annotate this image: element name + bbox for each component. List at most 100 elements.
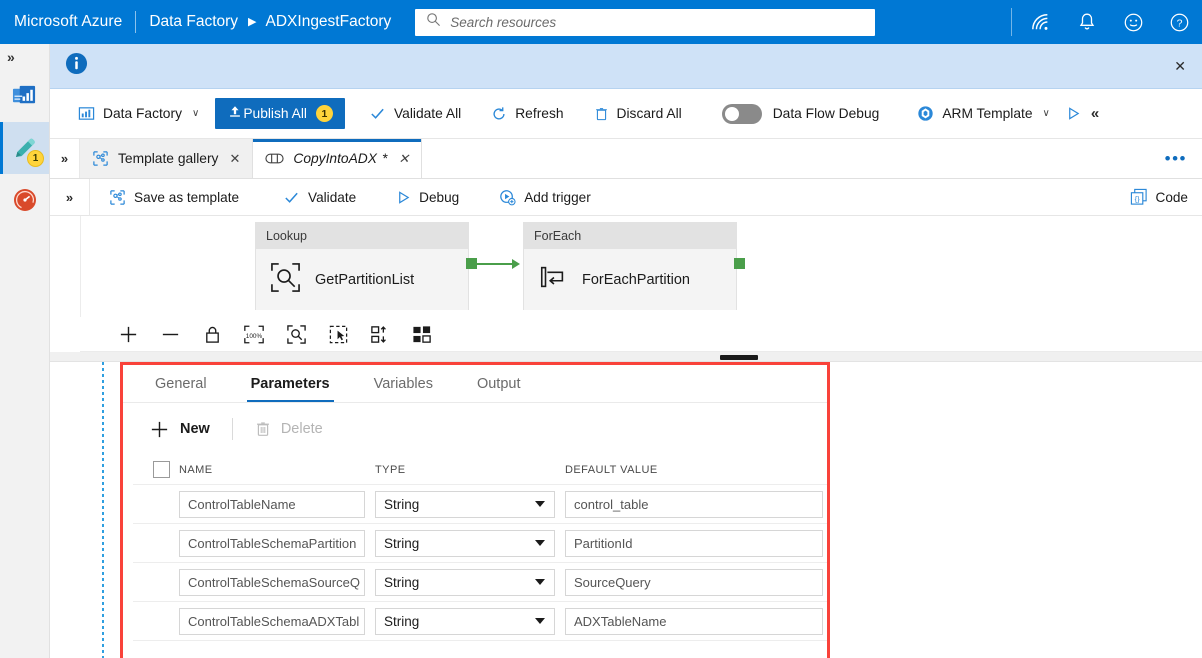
info-close-icon[interactable]: ✕ xyxy=(1174,59,1186,73)
parameter-default-input[interactable]: PartitionId xyxy=(565,529,823,557)
arm-template-label: ARM Template xyxy=(942,106,1033,121)
activity-node-foreach[interactable]: ForEach ForEachPartition xyxy=(523,222,737,310)
tab-copyintoadx[interactable]: CopyIntoADX * ✕ xyxy=(253,139,423,178)
table-row: ControlTableSchemaSourceQ String SourceQ… xyxy=(133,563,827,602)
play-triangle-icon xyxy=(396,190,411,205)
zoom-out-icon[interactable] xyxy=(149,320,191,348)
column-header-type: TYPE xyxy=(375,463,406,476)
row-name-cell: ControlTableSchemaSourceQ xyxy=(179,568,375,596)
panel-drag-handle[interactable] xyxy=(720,355,758,360)
data-factory-selector[interactable]: Data Factory ∨ xyxy=(68,98,209,130)
validate-label: Validate xyxy=(308,189,357,205)
save-as-template-button[interactable]: Save as template xyxy=(98,182,250,212)
lock-icon[interactable] xyxy=(191,320,233,348)
row-name-cell: ControlTableSchemaPartition xyxy=(179,529,375,557)
check-icon xyxy=(283,189,300,206)
foreach-loop-icon xyxy=(538,262,568,297)
auto-align-icon[interactable] xyxy=(359,320,401,348)
parameter-name-input[interactable]: ControlTableSchemaPartition xyxy=(179,529,365,557)
rail-item-home[interactable] xyxy=(0,70,49,122)
save-template-icon xyxy=(109,189,126,206)
new-parameter-button[interactable]: New xyxy=(143,419,216,440)
delete-label: Delete xyxy=(280,421,323,437)
zoom-to-fit-icon[interactable] xyxy=(275,320,317,348)
tab-template-gallery[interactable]: Template gallery ✕ xyxy=(80,139,254,178)
parameter-name-input[interactable]: ControlTableSchemaSourceQ xyxy=(179,568,365,596)
layers-icon[interactable] xyxy=(401,320,443,348)
parameter-type-select[interactable]: String xyxy=(375,529,555,557)
parameter-default-input[interactable]: ADXTableName xyxy=(565,607,823,635)
parameter-default-input[interactable]: control_table xyxy=(565,490,823,518)
refresh-label: Refresh xyxy=(515,106,564,121)
node-type-label: ForEach xyxy=(524,223,736,249)
select-all-checkbox[interactable] xyxy=(153,461,170,478)
refresh-button[interactable]: Refresh xyxy=(481,98,573,130)
activity-node-lookup[interactable]: Lookup GetPartitionList xyxy=(255,222,469,310)
rail-expand-button[interactable]: » xyxy=(0,44,49,70)
toggle-switch[interactable] xyxy=(721,103,762,124)
collapsed-activities-rail[interactable] xyxy=(102,362,104,658)
actions-divider xyxy=(231,418,233,440)
activities-expand-button[interactable]: » xyxy=(50,178,90,216)
rail-item-author[interactable]: 1 xyxy=(0,122,49,174)
close-icon[interactable]: ✕ xyxy=(398,151,409,167)
discard-all-label: Discard All xyxy=(616,106,682,121)
row-name-cell: ControlTableSchemaADXTabl xyxy=(179,607,375,635)
discard-all-button[interactable]: Discard All xyxy=(584,98,692,130)
node-body: GetPartitionList xyxy=(256,249,468,310)
tab-copyintoadx-label: CopyIntoADX xyxy=(293,151,377,166)
table-row: ControlTableSchemaPartition String Parti… xyxy=(133,524,827,563)
parameter-type-select[interactable]: String xyxy=(375,490,555,518)
parameter-type-select[interactable]: String xyxy=(375,607,555,635)
node-output-port[interactable] xyxy=(466,258,477,269)
parameter-default-input[interactable]: SourceQuery xyxy=(565,568,823,596)
publish-count-badge: 1 xyxy=(315,105,333,122)
zoom-100-icon[interactable]: 100% xyxy=(233,320,275,348)
breadcrumb-service[interactable]: Data Factory xyxy=(149,13,238,31)
notifications-bell-icon[interactable] xyxy=(1064,0,1110,44)
code-button[interactable]: {} Code xyxy=(1130,188,1202,206)
node-output-port[interactable] xyxy=(734,258,745,269)
add-trigger-icon xyxy=(499,189,516,206)
rail-item-monitor[interactable] xyxy=(0,174,49,226)
tab-variables[interactable]: Variables xyxy=(352,365,455,402)
svg-text:{}: {} xyxy=(1134,194,1140,203)
add-trigger-button[interactable]: Add trigger xyxy=(488,182,602,212)
tab-parameters[interactable]: Parameters xyxy=(229,365,352,402)
publish-all-label: Publish All xyxy=(243,106,307,121)
zoom-in-icon[interactable] xyxy=(107,320,149,348)
search-placeholder: Search resources xyxy=(450,14,557,30)
cloud-shell-icon[interactable] xyxy=(1018,0,1064,44)
tabs-expand-button[interactable]: » xyxy=(50,139,80,178)
data-flow-debug-toggle[interactable]: Data Flow Debug xyxy=(712,98,890,130)
panel-resize-gutter xyxy=(50,352,1202,362)
parameter-name-input[interactable]: ControlTableName xyxy=(179,490,365,518)
info-notification-bar: ✕ xyxy=(50,44,1202,89)
debug-label: Debug xyxy=(419,189,460,205)
column-header-name: NAME xyxy=(179,463,213,476)
help-question-icon[interactable]: ? xyxy=(1156,0,1202,44)
toolbar-run-button[interactable] xyxy=(1060,98,1087,130)
azure-brand[interactable]: Microsoft Azure xyxy=(0,13,122,31)
row-type-cell: String xyxy=(375,529,565,557)
validate-button[interactable]: Validate xyxy=(272,182,367,212)
toolbar-collapse-button[interactable]: « xyxy=(1087,98,1109,130)
global-search[interactable]: Search resources xyxy=(415,8,876,36)
delete-parameter-button[interactable]: Delete xyxy=(249,420,329,438)
publish-all-button[interactable]: Publish All 1 xyxy=(215,98,345,129)
row-default-cell: PartitionId xyxy=(565,529,833,557)
parameter-type-select[interactable]: String xyxy=(375,568,555,596)
tab-general[interactable]: General xyxy=(133,365,229,402)
tab-output[interactable]: Output xyxy=(455,365,543,402)
validate-all-button[interactable]: Validate All xyxy=(359,98,471,130)
arm-template-menu[interactable]: ARM Template ∨ xyxy=(907,98,1060,130)
debug-button[interactable]: Debug xyxy=(385,182,470,212)
tabs-overflow-menu[interactable]: ••• xyxy=(1165,139,1202,178)
breadcrumb-resource[interactable]: ADXIngestFactory xyxy=(266,13,392,31)
code-label: Code xyxy=(1155,189,1189,205)
editor-tabs-row: » Template gallery ✕ CopyIntoADX * ✕ ••• xyxy=(50,139,1202,179)
close-icon[interactable]: ✕ xyxy=(229,151,240,167)
select-pointer-icon[interactable] xyxy=(317,320,359,348)
parameter-name-input[interactable]: ControlTableSchemaADXTabl xyxy=(179,607,365,635)
feedback-smiley-icon[interactable] xyxy=(1110,0,1156,44)
